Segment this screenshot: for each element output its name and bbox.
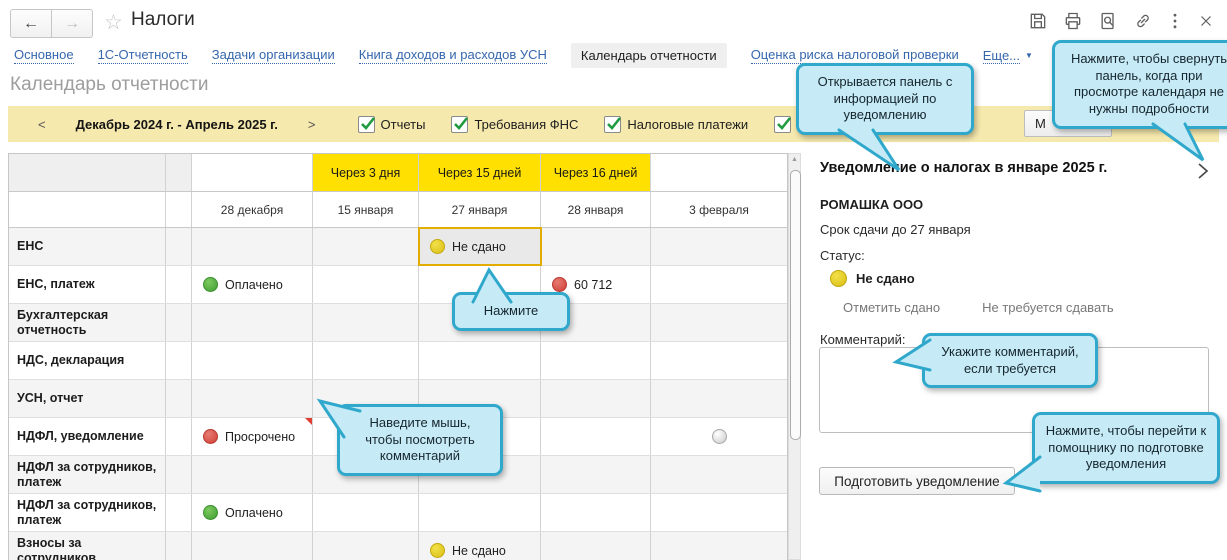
table-row-employee-contributions: Взносы за сотрудников Не сдано [9, 532, 787, 560]
link-icon[interactable] [1133, 11, 1153, 31]
favorite-star-icon[interactable]: ☆ [104, 10, 123, 35]
tab-more[interactable]: Еще... ▼ [982, 48, 1033, 64]
row-label: НДФЛ за сотрудников, платеж [9, 494, 166, 531]
next-period-button[interactable]: > [300, 113, 324, 136]
date-header: 3 февраля [651, 192, 787, 227]
status-cell-not-submitted[interactable]: Не сдано [419, 532, 541, 560]
status-dot-green-icon [203, 505, 218, 520]
table-row-ens: ЕНС Не сдано [9, 227, 787, 266]
row-label: Взносы за сотрудников [9, 532, 166, 560]
status-dot-yellow-icon [430, 239, 445, 254]
callout-hover-comment: Наведите мышь, чтобы посмотреть коммента… [316, 398, 503, 476]
callout-click-cell: Нажмите [452, 267, 570, 331]
table-row-ens-payment: ЕНС, платеж Оплачено 60 712 [9, 266, 787, 304]
status-dot-yellow-icon [830, 270, 847, 287]
checkbox-checked-icon [604, 115, 622, 133]
tab-tax-audit-risk[interactable]: Оценка риска налоговой проверки [750, 47, 959, 64]
row-label: УСН, отчет [9, 380, 166, 417]
tab-1c-reporting[interactable]: 1С-Отчетность [97, 47, 188, 64]
row-label: ЕНС, платеж [9, 266, 166, 303]
comment-marker-icon[interactable] [305, 418, 312, 425]
table-row-vat-declaration: НДС, декларация [9, 342, 787, 380]
row-label: НДС, декларация [9, 342, 166, 379]
taxes-window: ← → ☆ Налоги Основное 1С-Отчетность Зада… [0, 0, 1227, 560]
status-cell-paid[interactable]: Оплачено [192, 266, 313, 303]
prev-period-button[interactable]: < [30, 113, 54, 136]
date-header: 28 декабря [192, 192, 313, 227]
vertical-scrollbar[interactable]: ▲ [788, 153, 801, 560]
tab-usn-book[interactable]: Книга доходов и расходов УСН [358, 47, 547, 64]
deadline-header: Через 3 дня [313, 154, 419, 191]
status-value-row: Не сдано [830, 270, 915, 287]
chevron-down-icon: ▼ [1025, 51, 1033, 60]
filter-fns-requirements[interactable]: Требования ФНС [451, 115, 578, 133]
tab-org-tasks[interactable]: Задачи организации [211, 47, 335, 64]
row-label: НДФЛ, уведомление [9, 418, 166, 455]
tab-reporting-calendar[interactable]: Календарь отчетности [570, 43, 727, 68]
scroll-up-icon[interactable]: ▲ [789, 156, 800, 163]
callout-comment-field: Укажите комментарий, если требуется [892, 333, 1098, 389]
status-cell-not-submitted[interactable]: Не сдано [418, 227, 542, 266]
status-label: Статус: [820, 248, 865, 263]
callout-collapse-panel: Нажмите, чтобы свернуть панель, когда пр… [1052, 40, 1227, 161]
deadline-header: Через 16 дней [541, 154, 651, 191]
deadline-header-row: Через 3 дня Через 15 дней Через 16 дней [9, 154, 787, 192]
period-range-label[interactable]: Декабрь 2024 г. - Апрель 2025 г. [76, 117, 278, 132]
forward-button[interactable]: → [52, 9, 93, 38]
status-cell-paid[interactable]: Оплачено [192, 494, 313, 531]
date-header: 28 января [541, 192, 651, 227]
page-title: Календарь отчетности [10, 74, 209, 95]
callout-panel-info: Открывается панель с информацией по увед… [796, 63, 974, 172]
back-button[interactable]: ← [10, 9, 52, 38]
row-label: Бухгалтерская отчетность [9, 304, 166, 341]
print-icon[interactable] [1063, 11, 1083, 31]
filter-reports[interactable]: Отчеты [357, 115, 425, 133]
more-actions-icon[interactable] [1168, 11, 1182, 31]
checkbox-checked-icon [774, 115, 792, 133]
not-required-link[interactable]: Не требуется сдавать [982, 300, 1114, 315]
status-cell-empty[interactable] [651, 418, 787, 455]
prepare-notification-button[interactable]: Подготовить уведомление [819, 467, 1015, 495]
table-row-ndfl-employees-payment-2: НДФЛ за сотрудников, платеж Оплачено [9, 494, 787, 532]
mark-submitted-link[interactable]: Отметить сдано [843, 300, 940, 315]
close-icon[interactable] [1197, 12, 1215, 30]
row-label: НДФЛ за сотрудников, платеж [9, 456, 166, 493]
comment-label: Комментарий: [820, 332, 906, 347]
deadline-text: Срок сдачи до 27 января [820, 222, 971, 237]
organization-name: РОМАШКА ООО [820, 197, 924, 212]
save-icon[interactable] [1028, 11, 1048, 31]
history-nav: ← → [10, 9, 93, 38]
status-dot-red-icon [552, 277, 567, 292]
deadline-header: Через 15 дней [419, 154, 541, 191]
date-header: 27 января [419, 192, 541, 227]
preview-icon[interactable] [1098, 11, 1118, 31]
checkbox-checked-icon [357, 115, 375, 133]
date-header: 15 января [313, 192, 419, 227]
status-dot-red-icon [203, 429, 218, 444]
date-header-row: 28 декабря 15 января 27 января 28 января… [9, 192, 787, 228]
window-title: Налоги [131, 9, 195, 30]
status-cell-overdue[interactable]: Просрочено [192, 418, 313, 455]
status-dot-yellow-icon [430, 543, 445, 558]
filter-tax-payments[interactable]: Налоговые платежи [604, 115, 748, 133]
reporting-calendar-table: Через 3 дня Через 15 дней Через 16 дней … [8, 153, 788, 560]
status-dot-green-icon [203, 277, 218, 292]
checkbox-checked-icon [451, 115, 469, 133]
status-dot-gray-icon [711, 429, 727, 444]
period-filter-bar: < Декабрь 2024 г. - Апрель 2025 г. > Отч… [8, 106, 1219, 142]
row-label: ЕНС [9, 228, 166, 265]
table-row-accounting-reports: Бухгалтерская отчетность [9, 304, 787, 342]
callout-prepare-assistant: Нажмите, чтобы перейти к помощнику по по… [1002, 412, 1220, 493]
status-value: Не сдано [856, 271, 915, 286]
tab-main[interactable]: Основное [14, 47, 74, 64]
scrollbar-thumb[interactable] [790, 170, 801, 440]
